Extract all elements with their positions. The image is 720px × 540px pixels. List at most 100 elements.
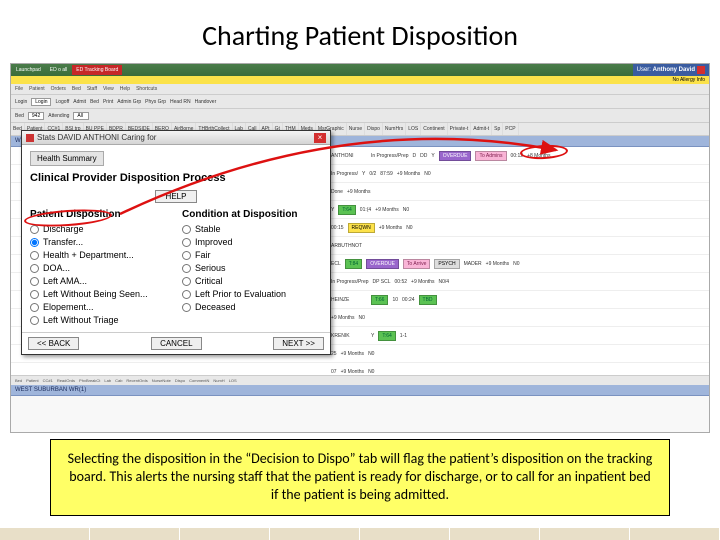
board-secondary-header[interactable]: WEST SUBURBAN WR(1) — [11, 385, 709, 396]
radio[interactable] — [182, 303, 191, 312]
cell: Y — [362, 171, 365, 177]
tab-tracking-board[interactable]: ED Tracking Board — [72, 65, 122, 75]
condition-option-deceased[interactable]: Deceased — [182, 302, 322, 312]
cell: 1-1 — [400, 333, 407, 339]
colhead-numhrs[interactable]: NumHrs — [383, 123, 406, 135]
cell: 87:59 — [380, 171, 393, 177]
cell: ARBUTHNOT — [331, 243, 367, 249]
radio[interactable] — [30, 225, 39, 234]
tab-ed[interactable]: ED o all — [46, 65, 72, 75]
cell: N0 — [403, 207, 409, 213]
cell: N0 — [368, 351, 374, 357]
print-label[interactable]: Print — [103, 99, 113, 105]
bed-field[interactable]: 942 — [28, 112, 44, 120]
condition-option-improved[interactable]: Improved — [182, 237, 322, 247]
colhead-private-t[interactable]: Private-t — [448, 123, 472, 135]
dispo-option-health-department-[interactable]: Health + Department... — [30, 250, 170, 260]
cell: Y — [331, 207, 334, 213]
cancel-button[interactable]: CANCEL — [151, 337, 201, 350]
handover-label[interactable]: Handover — [195, 99, 217, 105]
menu-view[interactable]: View — [103, 86, 114, 92]
radio[interactable] — [30, 316, 39, 325]
colhead-sp[interactable]: Sp — [492, 123, 503, 135]
cell: 0/2 — [369, 171, 376, 177]
menu-patient[interactable]: Patient — [29, 86, 45, 92]
overdue-flag: OVERDUE — [366, 259, 399, 269]
dispo-option-left-ama-[interactable]: Left AMA... — [30, 276, 170, 286]
overdue-flag: OVERDUE — [439, 151, 472, 161]
dialog-titlebar: Stats DAVID ANTHONI Caring for × — [22, 131, 330, 145]
footcol: CC#1 — [43, 378, 53, 383]
footcol: NumH — [213, 378, 224, 383]
logoff-label[interactable]: Logoff — [55, 99, 69, 105]
colhead-dispo[interactable]: Dispo — [365, 123, 383, 135]
colhead-continent[interactable]: Continent — [421, 123, 447, 135]
radio[interactable] — [30, 290, 39, 299]
attending-field[interactable]: All — [73, 112, 89, 120]
cell: 00:12 — [511, 153, 524, 159]
menu-file[interactable]: File — [15, 86, 23, 92]
cell: ECL — [331, 261, 341, 267]
cell: 00:24 — [402, 297, 415, 303]
condition-option-fair[interactable]: Fair — [182, 250, 322, 260]
option-label: Stable — [195, 224, 221, 234]
menu-help[interactable]: Help — [120, 86, 130, 92]
cell: +9 Months — [375, 207, 399, 213]
radio[interactable] — [30, 264, 39, 273]
help-button[interactable]: HELP — [155, 190, 198, 203]
menu-shortcuts[interactable]: Shortcuts — [136, 86, 157, 92]
bed-lbl: Bed — [15, 113, 24, 119]
admit-label[interactable]: Admit — [73, 99, 86, 105]
cell: MADER — [464, 261, 482, 267]
footcol: NurseNote — [152, 378, 171, 383]
dispo-option-doa-[interactable]: DOA... — [30, 263, 170, 273]
login-field[interactable]: Login — [31, 98, 51, 106]
menu-staff[interactable]: Staff — [87, 86, 97, 92]
close-icon[interactable]: × — [314, 133, 326, 143]
cell: +9 Months — [411, 279, 435, 285]
physgrp-label[interactable]: Phys Grp — [145, 99, 166, 105]
dispo-option-elopement-[interactable]: Elopement... — [30, 302, 170, 312]
lock-icon[interactable] — [697, 66, 705, 74]
radio[interactable] — [182, 251, 191, 260]
condition-option-serious[interactable]: Serious — [182, 263, 322, 273]
radio[interactable] — [182, 225, 191, 234]
dispo-option-transfer-[interactable]: Transfer... — [30, 237, 170, 247]
condition-option-left-prior-to-evaluation[interactable]: Left Prior to Evaluation — [182, 289, 322, 299]
colhead-los[interactable]: LOS — [406, 123, 421, 135]
radio[interactable] — [30, 277, 39, 286]
menu-orders[interactable]: Orders — [51, 86, 66, 92]
radio[interactable] — [182, 238, 191, 247]
condition-option-stable[interactable]: Stable — [182, 224, 322, 234]
bed-label[interactable]: Bed — [90, 99, 99, 105]
cell: +9 Months — [397, 171, 421, 177]
radio[interactable] — [30, 238, 39, 247]
radio[interactable] — [182, 277, 191, 286]
dispo-option-left-without-triage[interactable]: Left Without Triage — [30, 315, 170, 325]
next-button[interactable]: NEXT >> — [273, 337, 324, 350]
menu-bed[interactable]: Bed — [72, 86, 81, 92]
cell: 00:52 — [395, 279, 408, 285]
health-summary-button[interactable]: Health Summary — [30, 151, 104, 166]
colhead-nurse[interactable]: Nurse — [347, 123, 365, 135]
tab-launchpad[interactable]: Launchpad — [12, 65, 45, 75]
user-label: User: — [637, 67, 651, 73]
colhead-admit-t[interactable]: Admit-t — [471, 123, 492, 135]
cell: Y — [371, 333, 374, 339]
headrn-label[interactable]: Head RN — [170, 99, 191, 105]
dispo-option-left-without-being-seen-[interactable]: Left Without Being Seen... — [30, 289, 170, 299]
radio[interactable] — [182, 290, 191, 299]
footcol: RecentOrds — [126, 378, 147, 383]
radio[interactable] — [182, 264, 191, 273]
cell: +9 Months — [347, 189, 371, 195]
radio[interactable] — [30, 251, 39, 260]
back-button[interactable]: << BACK — [28, 337, 79, 350]
admingrp-label[interactable]: Admin Grp — [117, 99, 141, 105]
radio[interactable] — [30, 303, 39, 312]
condition-option-critical[interactable]: Critical — [182, 276, 322, 286]
option-label: Critical — [195, 276, 223, 286]
dispo-option-discharge[interactable]: Discharge — [30, 224, 170, 234]
cell: DP SCL — [373, 279, 391, 285]
colhead-pcp[interactable]: PCP — [503, 123, 518, 135]
footcol: Lab — [104, 378, 111, 383]
